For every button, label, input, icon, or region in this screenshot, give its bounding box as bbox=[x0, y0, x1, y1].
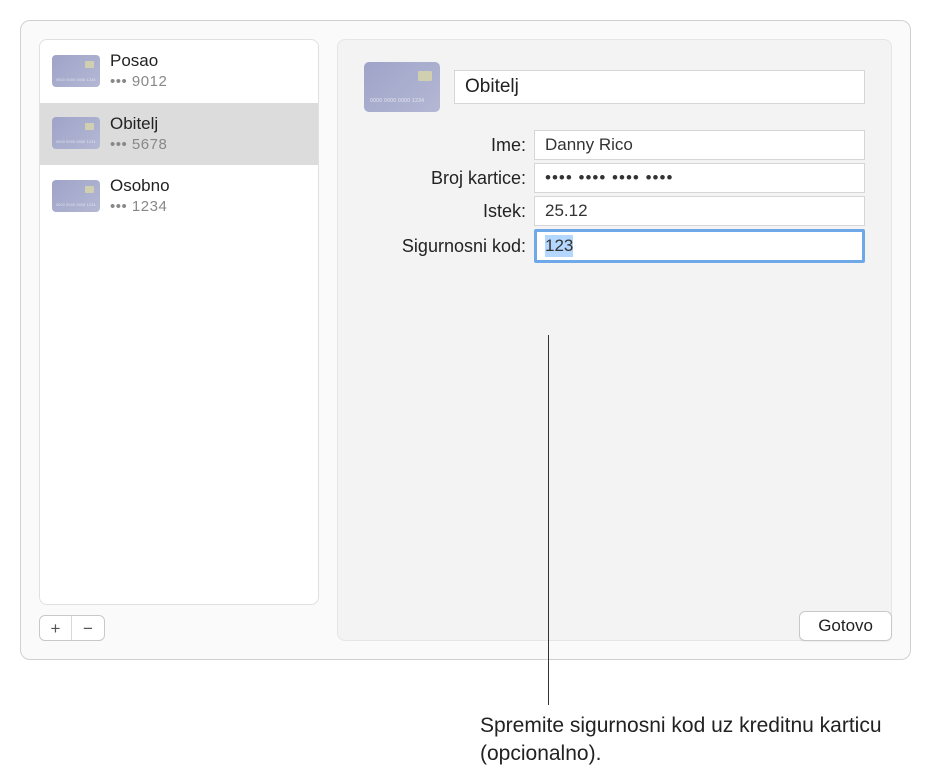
form-row-expiry: Istek: bbox=[364, 196, 865, 226]
sidebar-item-title: Obitelj bbox=[110, 113, 167, 135]
sidebar-column: Posao ••• 9012 Obitelj ••• 5678 Osobno bbox=[39, 39, 319, 641]
form-row-security-code: Sigurnosni kod: 123 bbox=[364, 229, 865, 263]
security-code-label: Sigurnosni kod: bbox=[364, 236, 534, 257]
detail-header bbox=[364, 62, 865, 112]
card-title-input[interactable] bbox=[454, 70, 865, 104]
sidebar-item-title: Osobno bbox=[110, 175, 170, 197]
credit-card-icon bbox=[52, 180, 100, 212]
name-input[interactable] bbox=[534, 130, 865, 160]
sidebar-item-text: Obitelj ••• 5678 bbox=[110, 113, 167, 155]
security-code-value: 123 bbox=[545, 235, 573, 257]
done-button[interactable]: Gotovo bbox=[799, 611, 892, 641]
sidebar-item-sub: ••• 5678 bbox=[110, 135, 167, 155]
sidebar-item-text: Osobno ••• 1234 bbox=[110, 175, 170, 217]
detail-panel: Ime: Broj kartice: Istek: Sigurnosni kod… bbox=[337, 39, 892, 641]
expiry-label: Istek: bbox=[364, 201, 534, 222]
credit-card-icon bbox=[52, 117, 100, 149]
sidebar-item-osobno[interactable]: Osobno ••• 1234 bbox=[40, 165, 318, 228]
form-row-card-number: Broj kartice: bbox=[364, 163, 865, 193]
add-remove-control: + − bbox=[39, 615, 105, 641]
sidebar-item-sub: ••• 1234 bbox=[110, 197, 170, 217]
sidebar-item-posao[interactable]: Posao ••• 9012 bbox=[40, 40, 318, 103]
credit-card-icon bbox=[52, 55, 100, 87]
sidebar-item-sub: ••• 9012 bbox=[110, 72, 167, 92]
sidebar-item-title: Posao bbox=[110, 50, 167, 72]
card-list: Posao ••• 9012 Obitelj ••• 5678 Osobno bbox=[39, 39, 319, 605]
callout-line bbox=[548, 335, 549, 705]
card-number-label: Broj kartice: bbox=[364, 168, 534, 189]
add-button[interactable]: + bbox=[40, 616, 72, 640]
credit-card-icon-large bbox=[364, 62, 440, 112]
security-code-input[interactable]: 123 bbox=[534, 229, 865, 263]
remove-button[interactable]: − bbox=[72, 616, 104, 640]
card-number-input[interactable] bbox=[534, 163, 865, 193]
form-row-name: Ime: bbox=[364, 130, 865, 160]
credit-card-window: Posao ••• 9012 Obitelj ••• 5678 Osobno bbox=[20, 20, 911, 660]
expiry-input[interactable] bbox=[534, 196, 865, 226]
sidebar-item-obitelj[interactable]: Obitelj ••• 5678 bbox=[40, 103, 318, 166]
name-label: Ime: bbox=[364, 135, 534, 156]
callout-text: Spremite sigurnosni kod uz kreditnu kart… bbox=[480, 712, 911, 769]
sidebar-item-text: Posao ••• 9012 bbox=[110, 50, 167, 92]
